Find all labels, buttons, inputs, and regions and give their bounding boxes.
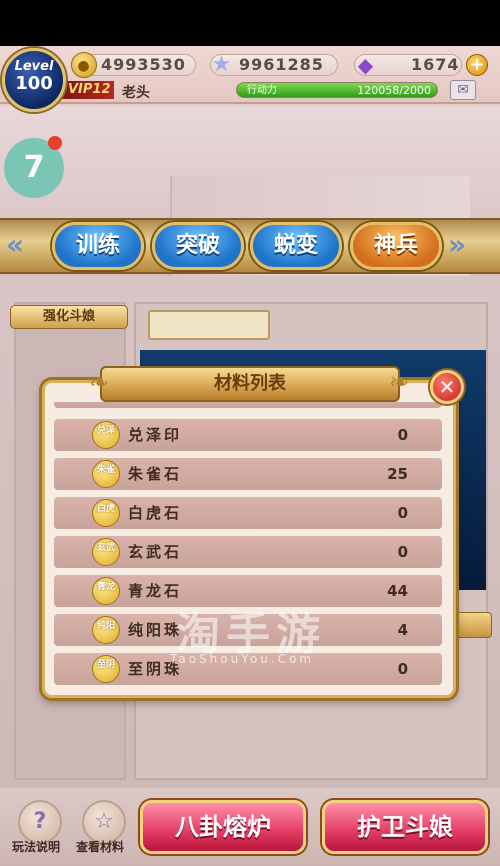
close-button[interactable]: ✕ <box>430 370 464 404</box>
list-item[interactable]: 玄武 玄武石 0 <box>54 536 442 568</box>
level-label: Level <box>14 59 54 74</box>
material-qty: 4 <box>397 621 408 639</box>
star-icon: ★ <box>211 52 233 77</box>
gem-value: 1674 <box>411 55 460 74</box>
list-item[interactable]: 白虎 白虎石 0 <box>54 497 442 529</box>
material-qty: 0 <box>397 426 408 444</box>
material-qty: 44 <box>387 582 408 600</box>
name-plate <box>148 310 270 340</box>
vip-badge: VIP12 <box>60 81 114 99</box>
add-gems-button[interactable]: + <box>466 54 488 76</box>
material-name: 朱雀石 <box>128 465 183 483</box>
star-counter: ★ 9961285 <box>210 52 338 77</box>
side-tab[interactable] <box>456 612 492 638</box>
tab-breakthrough[interactable]: 突破 <box>152 222 244 270</box>
player-name: 老头 <box>122 85 150 101</box>
material-name: 纯阳珠 <box>128 621 183 639</box>
gold-counter: ● 4993530 <box>71 52 196 78</box>
material-icon: 纯阳 <box>92 616 120 644</box>
material-icon: 朱雀 <box>92 460 120 488</box>
material-name: 青龙石 <box>128 582 183 600</box>
material-name: 兑泽印 <box>128 426 183 444</box>
ornament-right-icon: ❧ <box>388 368 410 396</box>
list-item[interactable]: 朱雀 朱雀石 25 <box>54 458 442 490</box>
materials-label[interactable]: 查看材料 <box>76 838 124 855</box>
mail-icon[interactable]: ✉ <box>450 80 476 100</box>
notification-dot <box>48 136 62 150</box>
material-name: 白虎石 <box>128 504 183 522</box>
energy-value: 120058/2000 <box>357 84 431 97</box>
material-icon: 玄武 <box>92 538 120 566</box>
material-icon: 兑泽 <box>92 421 120 449</box>
level-number: 100 <box>15 73 53 94</box>
level-badge[interactable]: Level 100 <box>2 48 66 112</box>
coin-icon: ● <box>71 52 97 78</box>
help-label[interactable]: 玩法说明 <box>12 838 60 855</box>
tab-divine-weapon[interactable]: 神兵 <box>350 222 442 270</box>
material-icon: 至阴 <box>92 655 120 683</box>
chevron-right-icon[interactable]: » <box>448 228 466 261</box>
material-qty: 0 <box>397 543 408 561</box>
dialog-title: 材料列表 <box>100 366 400 402</box>
watermark-url: TaoShouYou.Com <box>170 652 315 666</box>
material-qty: 25 <box>387 465 408 483</box>
material-icon: 青龙 <box>92 577 120 605</box>
ornament-left-icon: ❧ <box>88 368 110 396</box>
material-qty: 0 <box>397 504 408 522</box>
list-item-partial <box>54 402 442 408</box>
material-qty: 0 <box>397 660 408 678</box>
tab-transform[interactable]: 蜕变 <box>250 222 342 270</box>
guard-button[interactable]: 护卫斗娘 <box>322 800 488 854</box>
gold-value: 4993530 <box>101 55 186 74</box>
left-panel-title: 强化斗娘 <box>10 305 128 329</box>
gem-counter: ◆ 1674 <box>354 53 462 77</box>
energy-bar: 行动力 120058/2000 <box>236 82 438 98</box>
energy-label: 行动力 <box>247 85 277 96</box>
star-value: 9961285 <box>239 55 324 74</box>
chevron-left-icon[interactable]: « <box>6 228 24 261</box>
top-black-bar <box>0 0 500 46</box>
tab-training[interactable]: 训练 <box>52 222 144 270</box>
gem-icon: ◆ <box>357 53 375 77</box>
list-item[interactable]: 兑泽 兑泽印 0 <box>54 419 442 451</box>
furnace-button[interactable]: 八卦熔炉 <box>140 800 306 854</box>
material-icon: 白虎 <box>92 499 120 527</box>
material-name: 玄武石 <box>128 543 183 561</box>
